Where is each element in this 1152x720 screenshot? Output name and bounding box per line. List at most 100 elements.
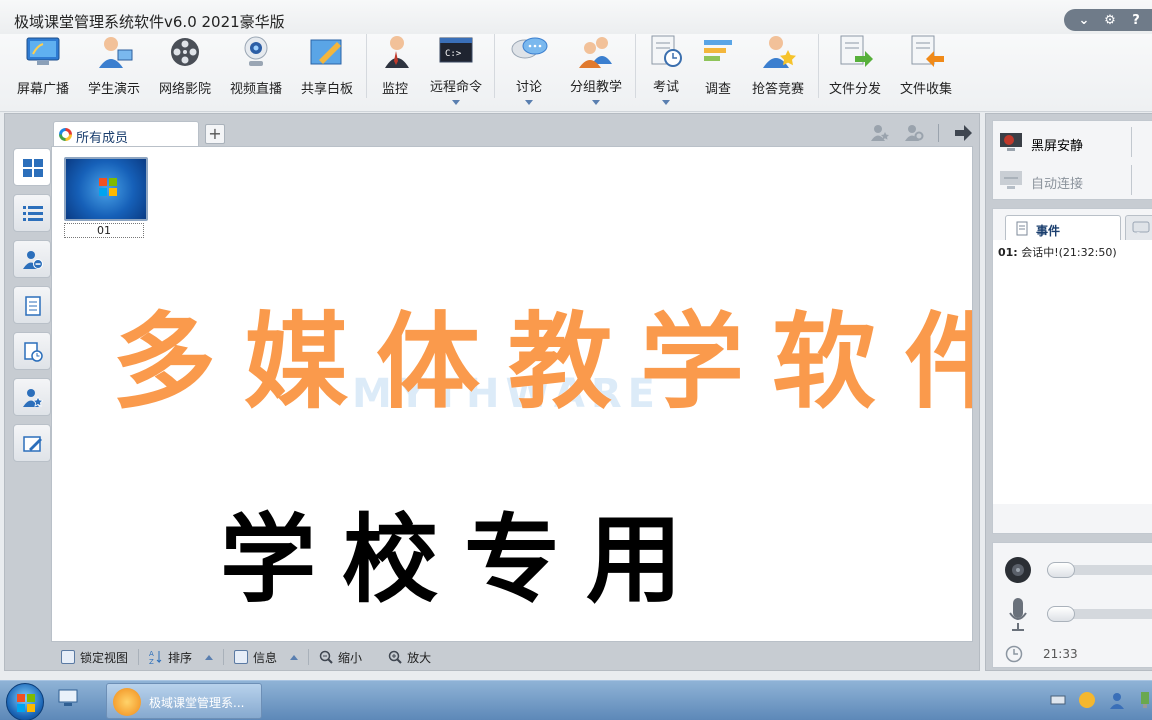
toolbar-monitor-button[interactable]: 监控 <box>360 34 430 112</box>
black-screen-icon <box>1000 133 1022 151</box>
view-thumbnails-button[interactable] <box>13 148 51 186</box>
member-canvas[interactable]: 01 MYTHWARE 多媒体教学软件 学校专用 <box>51 146 973 642</box>
canvas-bottom-bar: 锁定视图 AZ 排序 信息 缩小 放大 <box>51 644 973 670</box>
info-label: 信息 <box>253 650 278 665</box>
collapse-icon[interactable]: ⌄ <box>1076 13 1092 28</box>
view-whiteboard-button[interactable] <box>13 424 51 462</box>
toolbar-quiz-button[interactable]: 抢答竞赛 <box>743 34 813 112</box>
events-log: 01: 会话中!(21:32:50) <box>993 240 1152 504</box>
member-name: 01 <box>64 223 144 238</box>
toolbar-label: 讨论 <box>515 80 542 95</box>
event-entry: 01: 会话中!(21:32:50) <box>998 244 1117 260</box>
toolbar-student-demo-button[interactable]: 学生演示 <box>79 34 149 112</box>
svg-text:C:>: C:> <box>445 49 462 59</box>
taskbar-app-label: 极域课堂管理系... <box>149 696 245 710</box>
start-button[interactable] <box>6 683 44 720</box>
grid-view-icon <box>23 159 43 177</box>
webcam-icon <box>244 36 268 66</box>
toolbar-discussion-button[interactable]: 讨论 <box>494 34 564 112</box>
event-text: 会话中!(21:32:50) <box>1021 246 1117 259</box>
add-tab-button[interactable]: + <box>205 124 225 144</box>
headline-overlay: 多媒体教学软件 <box>112 301 973 423</box>
zoom-in-icon <box>388 650 402 664</box>
dropdown-caret-icon[interactable] <box>452 100 460 105</box>
view-users-button[interactable] <box>13 240 51 278</box>
zoom-in-button[interactable]: 放大 <box>388 649 431 666</box>
tab-events[interactable]: 事件 <box>1005 215 1121 241</box>
user-settings-icon[interactable] <box>904 124 924 142</box>
toolbar-network-cinema-button[interactable]: 网络影院 <box>150 34 220 112</box>
events-tab-label: 事件 <box>1036 224 1061 238</box>
view-quiz-button[interactable] <box>13 378 51 416</box>
lock-view-button[interactable]: 锁定视图 <box>61 649 128 666</box>
group-teaching-icon <box>579 37 612 68</box>
user-star-icon[interactable] <box>870 124 890 142</box>
toolbar-label: 文件收集 <box>899 82 952 97</box>
slider-knob[interactable] <box>1047 562 1075 578</box>
black-screen-button[interactable]: 黑屏安静 <box>993 123 1152 161</box>
toolbar-remote-command-button[interactable]: C:> 远程命令 <box>421 34 491 112</box>
whiteboard-icon <box>310 39 342 65</box>
tray-app-icon[interactable] <box>1078 691 1096 709</box>
color-ring-icon <box>59 128 72 141</box>
zoom-out-button[interactable]: 缩小 <box>319 649 362 666</box>
file-send-icon <box>840 35 873 67</box>
speaker-volume-slider[interactable] <box>1047 562 1152 578</box>
usb-device-icon[interactable] <box>1138 691 1152 709</box>
keyboard-icon[interactable] <box>1050 694 1066 706</box>
student-demo-icon <box>99 37 133 68</box>
arrow-right-icon[interactable] <box>953 124 973 142</box>
dropdown-caret-icon[interactable] <box>592 100 600 105</box>
user-star-icon <box>23 389 43 407</box>
microphone-icon <box>1009 598 1027 631</box>
toolbar-label: 网络影院 <box>158 82 211 97</box>
member-tile[interactable]: 01 <box>64 157 148 238</box>
gear-icon[interactable]: ⚙ <box>1102 13 1118 28</box>
auto-connect-button[interactable]: 自动连接 <box>993 161 1152 199</box>
info-icon <box>234 650 249 664</box>
view-sidebar <box>11 148 51 668</box>
lock-view-label: 锁定视图 <box>80 650 129 665</box>
classroom-app-icon <box>113 688 141 716</box>
sort-button[interactable]: AZ 排序 <box>149 649 214 666</box>
document-clock-icon <box>24 342 43 362</box>
info-button[interactable]: 信息 <box>234 649 299 666</box>
toolbar-shared-whiteboard-button[interactable]: 共享白板 <box>292 34 362 112</box>
title-bar: 极域课堂管理系统软件v6.0 2021豪华版 ⌄ ⚙ ? <box>0 0 1152 34</box>
tab-label: 所有成员 <box>76 131 129 146</box>
toolbar-screen-broadcast-button[interactable]: 屏幕广播 <box>8 34 78 112</box>
network-user-icon[interactable] <box>1108 691 1126 709</box>
toolbar-group-teaching-button[interactable]: 分组教学 <box>561 34 631 112</box>
caret-up-icon[interactable] <box>290 654 299 660</box>
help-icon[interactable]: ? <box>1128 13 1144 28</box>
view-exam-button[interactable] <box>13 332 51 370</box>
list-view-icon <box>23 206 43 221</box>
exam-clock-icon <box>651 35 682 67</box>
svg-text:A: A <box>149 650 154 658</box>
toolbar-video-live-button[interactable]: 视频直播 <box>221 34 291 112</box>
separator <box>223 649 225 665</box>
microphone-volume-slider[interactable] <box>1047 606 1152 622</box>
quick-actions: 黑屏安静 自动连接 <box>992 120 1152 200</box>
auto-connect-label: 自动连接 <box>1031 177 1084 192</box>
dropdown-caret-icon[interactable] <box>525 100 533 105</box>
event-id: 01: <box>998 246 1018 259</box>
window-controls: ⌄ ⚙ ? <box>1064 9 1152 31</box>
tab-tools <box>870 124 973 142</box>
dropdown-caret-icon[interactable] <box>662 100 670 105</box>
app-title: 极域课堂管理系统软件v6.0 2021豪华版 <box>14 13 285 31</box>
zoom-in-label: 放大 <box>407 650 432 665</box>
show-desktop-icon[interactable] <box>58 689 78 707</box>
view-list-button[interactable] <box>13 194 51 232</box>
toolbar-file-collect-button[interactable]: 文件收集 <box>891 34 961 112</box>
separator <box>1131 127 1132 157</box>
slider-knob[interactable] <box>1047 606 1075 622</box>
tab-all-members[interactable]: 所有成员 <box>53 121 199 147</box>
auto-connect-icon <box>1000 171 1022 189</box>
taskbar-app-button[interactable]: 极域课堂管理系... <box>106 683 262 719</box>
view-documents-button[interactable] <box>13 286 51 324</box>
caret-up-icon[interactable] <box>205 654 214 660</box>
clock-icon <box>1005 645 1023 663</box>
tab-messages[interactable] <box>1125 215 1152 241</box>
toolbar-file-send-button[interactable]: 文件分发 <box>820 34 890 112</box>
